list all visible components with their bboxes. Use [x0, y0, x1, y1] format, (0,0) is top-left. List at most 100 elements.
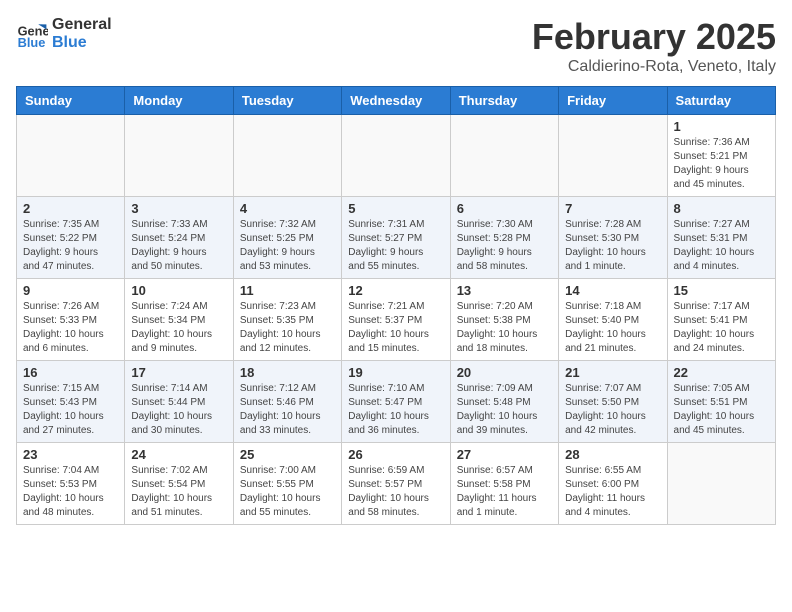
day-info: Sunrise: 7:26 AMSunset: 5:33 PMDaylight:…	[23, 300, 118, 356]
day-number: 21	[565, 365, 660, 380]
day-number: 8	[674, 201, 769, 216]
day-number: 24	[131, 447, 226, 462]
col-saturday: Saturday	[667, 87, 775, 115]
day-number: 22	[674, 365, 769, 380]
day-info: Sunrise: 7:05 AMSunset: 5:51 PMDaylight:…	[674, 382, 769, 438]
day-info: Sunrise: 7:21 AMSunset: 5:37 PMDaylight:…	[348, 300, 443, 356]
calendar-cell: 5Sunrise: 7:31 AMSunset: 5:27 PMDaylight…	[342, 197, 450, 279]
logo-text-general: General	[52, 16, 112, 34]
calendar-cell	[667, 443, 775, 525]
day-number: 11	[240, 283, 335, 298]
logo: General Blue General Blue	[16, 16, 112, 51]
calendar-cell: 24 Sunrise: 7:02 AMSunset: 5:54 PMDayligh…	[125, 443, 233, 525]
day-number: 27	[457, 447, 552, 462]
calendar-cell: 4 Sunrise: 7:32 AMSunset: 5:25 PMDaylight…	[233, 197, 341, 279]
day-info: Sunrise: 7:18 AMSunset: 5:40 PMDaylight:…	[565, 300, 660, 356]
day-number: 9	[23, 283, 118, 298]
day-info: Sunrise: 7:27 AMSunset: 5:31 PMDaylight:…	[674, 218, 769, 274]
day-info: Sunrise: 6:55 AMSunset: 6:00 PMDaylight:…	[565, 464, 660, 520]
day-info: Sunrise: 7:02 AMSunset: 5:54 PMDaylight:…	[131, 464, 226, 520]
day-info: Sunrise: 7:00 AMSunset: 5:55 PMDaylight:…	[240, 464, 335, 520]
calendar-cell: 15 Sunrise: 7:17 AMSunset: 5:41 PMDayligh…	[667, 279, 775, 361]
day-number: 6	[457, 201, 552, 216]
calendar-cell: 22 Sunrise: 7:05 AMSunset: 5:51 PMDayligh…	[667, 361, 775, 443]
calendar-cell: 6 Sunrise: 7:30 AMSunset: 5:28 PMDaylight…	[450, 197, 558, 279]
day-info: Sunrise: 7:35 AMSunset: 5:22 PMDaylight:…	[23, 218, 118, 274]
day-number: 28	[565, 447, 660, 462]
day-info: Sunrise: 7:30 AMSunset: 5:28 PMDaylight:…	[457, 218, 552, 274]
day-info: Sunrise: 7:10 AMSunset: 5:47 PMDaylight:…	[348, 382, 443, 438]
day-number: 7	[565, 201, 660, 216]
day-number: 4	[240, 201, 335, 216]
day-number: 3	[131, 201, 226, 216]
calendar-week-row-3: 9 Sunrise: 7:26 AMSunset: 5:33 PMDaylight…	[17, 279, 776, 361]
col-thursday: Thursday	[450, 87, 558, 115]
day-number: 18	[240, 365, 335, 380]
day-info: Sunrise: 7:17 AMSunset: 5:41 PMDaylight:…	[674, 300, 769, 356]
day-info: Sunrise: 7:20 AMSunset: 5:38 PMDaylight:…	[457, 300, 552, 356]
day-info: Sunrise: 7:28 AMSunset: 5:30 PMDaylight:…	[565, 218, 660, 274]
day-info: Sunrise: 7:07 AMSunset: 5:50 PMDaylight:…	[565, 382, 660, 438]
calendar-cell: 3 Sunrise: 7:33 AMSunset: 5:24 PMDaylight…	[125, 197, 233, 279]
day-info: Sunrise: 7:15 AMSunset: 5:43 PMDaylight:…	[23, 382, 118, 438]
day-info: Sunrise: 7:31 AMSunset: 5:27 PMDaylight:…	[348, 218, 443, 274]
day-info: Sunrise: 7:12 AMSunset: 5:46 PMDaylight:…	[240, 382, 335, 438]
calendar-week-row-4: 16 Sunrise: 7:15 AMSunset: 5:43 PMDayligh…	[17, 361, 776, 443]
day-info: Sunrise: 7:32 AMSunset: 5:25 PMDaylight:…	[240, 218, 335, 274]
day-number: 14	[565, 283, 660, 298]
logo-text-blue: Blue	[52, 34, 112, 52]
day-info: Sunrise: 7:23 AMSunset: 5:35 PMDaylight:…	[240, 300, 335, 356]
day-number: 13	[457, 283, 552, 298]
calendar-cell: 11 Sunrise: 7:23 AMSunset: 5:35 PMDayligh…	[233, 279, 341, 361]
col-tuesday: Tuesday	[233, 87, 341, 115]
day-info: Sunrise: 6:59 AMSunset: 5:57 PMDaylight:…	[348, 464, 443, 520]
col-friday: Friday	[559, 87, 667, 115]
col-monday: Monday	[125, 87, 233, 115]
day-number: 19	[348, 365, 443, 380]
calendar-cell	[559, 115, 667, 197]
calendar-cell: 25Sunrise: 7:00 AMSunset: 5:55 PMDayligh…	[233, 443, 341, 525]
calendar-cell: 16 Sunrise: 7:15 AMSunset: 5:43 PMDayligh…	[17, 361, 125, 443]
day-number: 16	[23, 365, 118, 380]
calendar-week-row-5: 23Sunrise: 7:04 AMSunset: 5:53 PMDayligh…	[17, 443, 776, 525]
calendar-cell: 23Sunrise: 7:04 AMSunset: 5:53 PMDayligh…	[17, 443, 125, 525]
title-block: February 2025 Caldierino-Rota, Veneto, I…	[532, 16, 776, 76]
day-info: Sunrise: 7:09 AMSunset: 5:48 PMDaylight:…	[457, 382, 552, 438]
calendar-header-row: Sunday Monday Tuesday Wednesday Thursday…	[17, 87, 776, 115]
calendar-cell: 7 Sunrise: 7:28 AMSunset: 5:30 PMDaylight…	[559, 197, 667, 279]
day-number: 15	[674, 283, 769, 298]
day-number: 26	[348, 447, 443, 462]
calendar-cell: 20Sunrise: 7:09 AMSunset: 5:48 PMDayligh…	[450, 361, 558, 443]
day-info: Sunrise: 6:57 AMSunset: 5:58 PMDaylight:…	[457, 464, 552, 520]
day-number: 17	[131, 365, 226, 380]
day-info: Sunrise: 7:24 AMSunset: 5:34 PMDaylight:…	[131, 300, 226, 356]
col-wednesday: Wednesday	[342, 87, 450, 115]
calendar-cell: 8 Sunrise: 7:27 AMSunset: 5:31 PMDaylight…	[667, 197, 775, 279]
logo-icon: General Blue	[16, 18, 48, 50]
calendar-week-row-2: 2 Sunrise: 7:35 AMSunset: 5:22 PMDaylight…	[17, 197, 776, 279]
page-header: General Blue General Blue February 2025 …	[16, 16, 776, 76]
calendar-cell: 21 Sunrise: 7:07 AMSunset: 5:50 PMDayligh…	[559, 361, 667, 443]
col-sunday: Sunday	[17, 87, 125, 115]
calendar-cell: 1Sunrise: 7:36 AMSunset: 5:21 PMDaylight…	[667, 115, 775, 197]
calendar-cell: 19 Sunrise: 7:10 AMSunset: 5:47 PMDayligh…	[342, 361, 450, 443]
calendar-cell: 9 Sunrise: 7:26 AMSunset: 5:33 PMDaylight…	[17, 279, 125, 361]
calendar-cell: 14 Sunrise: 7:18 AMSunset: 5:40 PMDayligh…	[559, 279, 667, 361]
day-info: Sunrise: 7:33 AMSunset: 5:24 PMDaylight:…	[131, 218, 226, 274]
calendar-cell: 13 Sunrise: 7:20 AMSunset: 5:38 PMDayligh…	[450, 279, 558, 361]
day-info: Sunrise: 7:36 AMSunset: 5:21 PMDaylight:…	[674, 136, 769, 192]
calendar-cell	[125, 115, 233, 197]
calendar-week-row-1: 1Sunrise: 7:36 AMSunset: 5:21 PMDaylight…	[17, 115, 776, 197]
calendar-cell	[17, 115, 125, 197]
calendar-cell: 18 Sunrise: 7:12 AMSunset: 5:46 PMDayligh…	[233, 361, 341, 443]
calendar-cell: 10Sunrise: 7:24 AMSunset: 5:34 PMDayligh…	[125, 279, 233, 361]
calendar-cell: 27 Sunrise: 6:57 AMSunset: 5:58 PMDayligh…	[450, 443, 558, 525]
day-info: Sunrise: 7:04 AMSunset: 5:53 PMDaylight:…	[23, 464, 118, 520]
day-number: 2	[23, 201, 118, 216]
calendar-cell	[342, 115, 450, 197]
calendar-cell: 26 Sunrise: 6:59 AMSunset: 5:57 PMDayligh…	[342, 443, 450, 525]
month-title: February 2025	[532, 16, 776, 58]
location: Caldierino-Rota, Veneto, Italy	[532, 58, 776, 76]
calendar-cell	[450, 115, 558, 197]
calendar-cell: 12Sunrise: 7:21 AMSunset: 5:37 PMDayligh…	[342, 279, 450, 361]
